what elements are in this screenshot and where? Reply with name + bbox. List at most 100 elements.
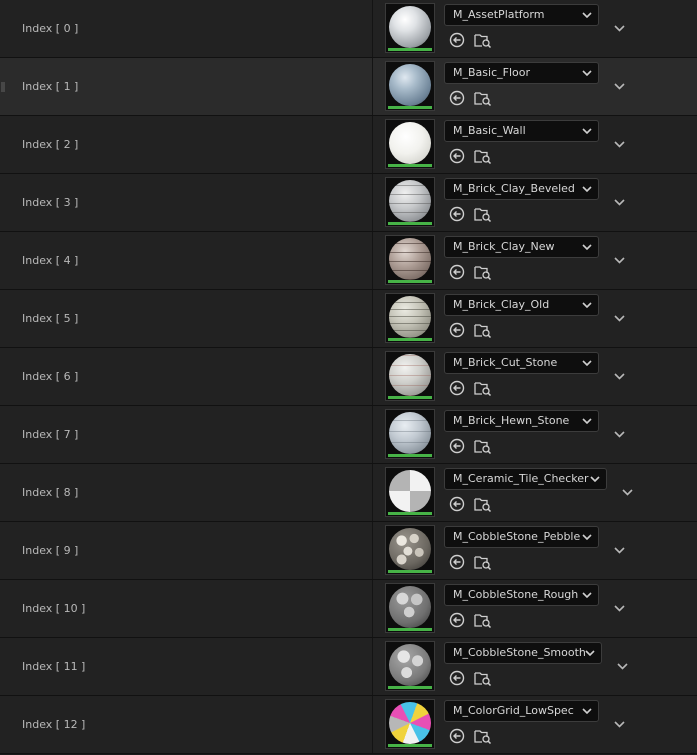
browse-to-asset-button[interactable] bbox=[473, 495, 493, 513]
material-picker-combo[interactable]: M_Basic_Wall bbox=[444, 120, 599, 142]
material-picker-combo[interactable]: M_CobbleStone_Pebble bbox=[444, 526, 599, 548]
expand-row-button[interactable] bbox=[611, 290, 627, 347]
column-divider[interactable] bbox=[372, 0, 373, 57]
browse-to-asset-button[interactable] bbox=[473, 31, 493, 49]
material-thumbnail[interactable] bbox=[385, 467, 435, 517]
browse-to-asset-button[interactable] bbox=[473, 89, 493, 107]
material-picker-combo[interactable]: M_CobbleStone_Rough bbox=[444, 584, 599, 606]
material-slot-row: Index [ 11 ] M_CobbleStone_Smooth bbox=[0, 638, 697, 696]
column-divider[interactable] bbox=[372, 174, 373, 231]
column-divider[interactable] bbox=[372, 522, 373, 579]
slot-index-label: Index [ 2 ] bbox=[22, 138, 79, 151]
material-picker-combo[interactable]: M_Brick_Clay_Beveled bbox=[444, 178, 599, 200]
material-picker-combo[interactable]: M_Brick_Hewn_Stone bbox=[444, 410, 599, 432]
use-selected-asset-button[interactable] bbox=[448, 31, 466, 49]
column-divider[interactable] bbox=[372, 290, 373, 347]
use-selected-asset-button[interactable] bbox=[448, 727, 466, 745]
expand-row-button[interactable] bbox=[611, 0, 627, 57]
expand-row-button[interactable] bbox=[614, 638, 630, 695]
column-divider[interactable] bbox=[372, 638, 373, 695]
chevron-down-icon bbox=[613, 431, 625, 438]
browse-to-asset-button[interactable] bbox=[473, 669, 493, 687]
use-selected-asset-button[interactable] bbox=[448, 263, 466, 281]
chevron-down-icon bbox=[582, 295, 592, 315]
expand-row-button[interactable] bbox=[619, 464, 635, 521]
material-thumbnail[interactable] bbox=[385, 641, 435, 691]
use-selected-asset-button[interactable] bbox=[448, 379, 466, 397]
column-divider[interactable] bbox=[372, 406, 373, 463]
browse-to-asset-button[interactable] bbox=[473, 379, 493, 397]
material-name: M_CobbleStone_Rough bbox=[453, 588, 579, 601]
thumbnail-asset-bar bbox=[388, 48, 432, 51]
expand-row-button[interactable] bbox=[611, 406, 627, 463]
material-thumbnail[interactable] bbox=[385, 3, 435, 53]
browse-to-asset-button[interactable] bbox=[473, 321, 493, 339]
material-name: M_Brick_Clay_Beveled bbox=[453, 182, 575, 195]
browse-to-asset-button[interactable] bbox=[473, 437, 493, 455]
browse-to-asset-button[interactable] bbox=[473, 611, 493, 629]
material-thumbnail[interactable] bbox=[385, 525, 435, 575]
material-thumbnail[interactable] bbox=[385, 583, 435, 633]
arrow-left-circle-icon bbox=[449, 670, 465, 686]
column-divider[interactable] bbox=[372, 232, 373, 289]
expand-row-button[interactable] bbox=[611, 580, 627, 637]
material-thumbnail[interactable] bbox=[385, 61, 435, 111]
material-picker-combo[interactable]: M_ColorGrid_LowSpec bbox=[444, 700, 599, 722]
column-divider[interactable] bbox=[372, 348, 373, 405]
folder-search-icon bbox=[474, 612, 492, 628]
material-picker-combo[interactable]: M_AssetPlatform bbox=[444, 4, 599, 26]
chevron-down-icon bbox=[613, 721, 625, 728]
browse-to-asset-button[interactable] bbox=[473, 727, 493, 745]
material-sphere-icon bbox=[389, 528, 431, 570]
browse-to-asset-button[interactable] bbox=[473, 147, 493, 165]
column-divider[interactable] bbox=[372, 580, 373, 637]
arrow-left-circle-icon bbox=[449, 728, 465, 744]
use-selected-asset-button[interactable] bbox=[448, 495, 466, 513]
use-selected-asset-button[interactable] bbox=[448, 553, 466, 571]
folder-search-icon bbox=[474, 554, 492, 570]
arrow-left-circle-icon bbox=[449, 322, 465, 338]
material-thumbnail[interactable] bbox=[385, 351, 435, 401]
slot-index-label: Index [ 7 ] bbox=[22, 428, 79, 441]
expand-row-button[interactable] bbox=[611, 232, 627, 289]
use-selected-asset-button[interactable] bbox=[448, 437, 466, 455]
material-thumbnail[interactable] bbox=[385, 119, 435, 169]
material-thumbnail[interactable] bbox=[385, 177, 435, 227]
material-thumbnail[interactable] bbox=[385, 699, 435, 749]
expand-row-button[interactable] bbox=[611, 174, 627, 231]
expand-row-button[interactable] bbox=[611, 58, 627, 115]
chevron-down-icon bbox=[621, 489, 633, 496]
use-selected-asset-button[interactable] bbox=[448, 669, 466, 687]
column-divider[interactable] bbox=[372, 464, 373, 521]
material-picker-combo[interactable]: M_CobbleStone_Smooth bbox=[444, 642, 602, 664]
use-selected-asset-button[interactable] bbox=[448, 89, 466, 107]
browse-to-asset-button[interactable] bbox=[473, 553, 493, 571]
expand-row-button[interactable] bbox=[611, 116, 627, 173]
thumbnail-asset-bar bbox=[388, 744, 432, 747]
browse-to-asset-button[interactable] bbox=[473, 263, 493, 281]
material-picker-combo[interactable]: M_Ceramic_Tile_Checker bbox=[444, 468, 607, 490]
column-divider[interactable] bbox=[372, 116, 373, 173]
material-picker-combo[interactable]: M_Basic_Floor bbox=[444, 62, 599, 84]
use-selected-asset-button[interactable] bbox=[448, 147, 466, 165]
use-selected-asset-button[interactable] bbox=[448, 611, 466, 629]
use-selected-asset-button[interactable] bbox=[448, 205, 466, 223]
material-sphere-icon bbox=[389, 296, 431, 338]
drag-handle-icon[interactable] bbox=[1, 82, 5, 92]
browse-to-asset-button[interactable] bbox=[473, 205, 493, 223]
material-sphere-icon bbox=[389, 64, 431, 106]
column-divider[interactable] bbox=[372, 696, 373, 753]
use-selected-asset-button[interactable] bbox=[448, 321, 466, 339]
expand-row-button[interactable] bbox=[611, 522, 627, 579]
column-divider[interactable] bbox=[372, 58, 373, 115]
folder-search-icon bbox=[474, 496, 492, 512]
material-picker-combo[interactable]: M_Brick_Clay_Old bbox=[444, 294, 599, 316]
expand-row-button[interactable] bbox=[611, 348, 627, 405]
material-picker-combo[interactable]: M_Brick_Cut_Stone bbox=[444, 352, 599, 374]
material-picker-combo[interactable]: M_Brick_Clay_New bbox=[444, 236, 599, 258]
chevron-down-icon bbox=[582, 701, 592, 721]
expand-row-button[interactable] bbox=[611, 696, 627, 753]
material-thumbnail[interactable] bbox=[385, 409, 435, 459]
material-thumbnail[interactable] bbox=[385, 235, 435, 285]
material-thumbnail[interactable] bbox=[385, 293, 435, 343]
